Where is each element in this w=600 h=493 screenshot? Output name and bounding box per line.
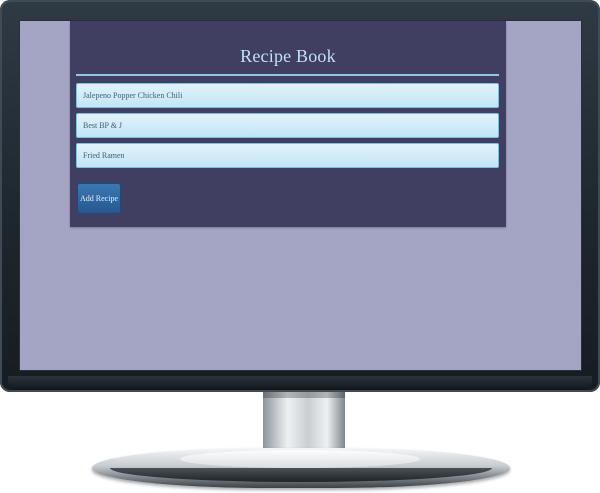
recipe-book-panel: Recipe Book Jalepeno Popper Chicken Chil… <box>70 21 506 227</box>
monitor-screen: Recipe Book Jalepeno Popper Chicken Chil… <box>19 20 582 371</box>
monitor-mockup: Recipe Book Jalepeno Popper Chicken Chil… <box>0 0 600 493</box>
page-title: Recipe Book <box>240 46 336 66</box>
recipe-list-item[interactable]: Fried Ramen <box>76 143 499 168</box>
recipe-list-item[interactable]: Best BP & J <box>76 113 499 138</box>
monitor-stand-base-highlight <box>180 450 420 468</box>
monitor-bezel-bottom <box>8 376 592 390</box>
recipe-list: Jalepeno Popper Chicken Chili Best BP & … <box>76 83 499 173</box>
monitor-stand-shadow <box>263 392 345 398</box>
add-recipe-button[interactable]: Add Recipe <box>77 183 121 214</box>
recipe-list-item[interactable]: Jalepeno Popper Chicken Chili <box>76 83 499 108</box>
title-divider <box>76 74 499 76</box>
